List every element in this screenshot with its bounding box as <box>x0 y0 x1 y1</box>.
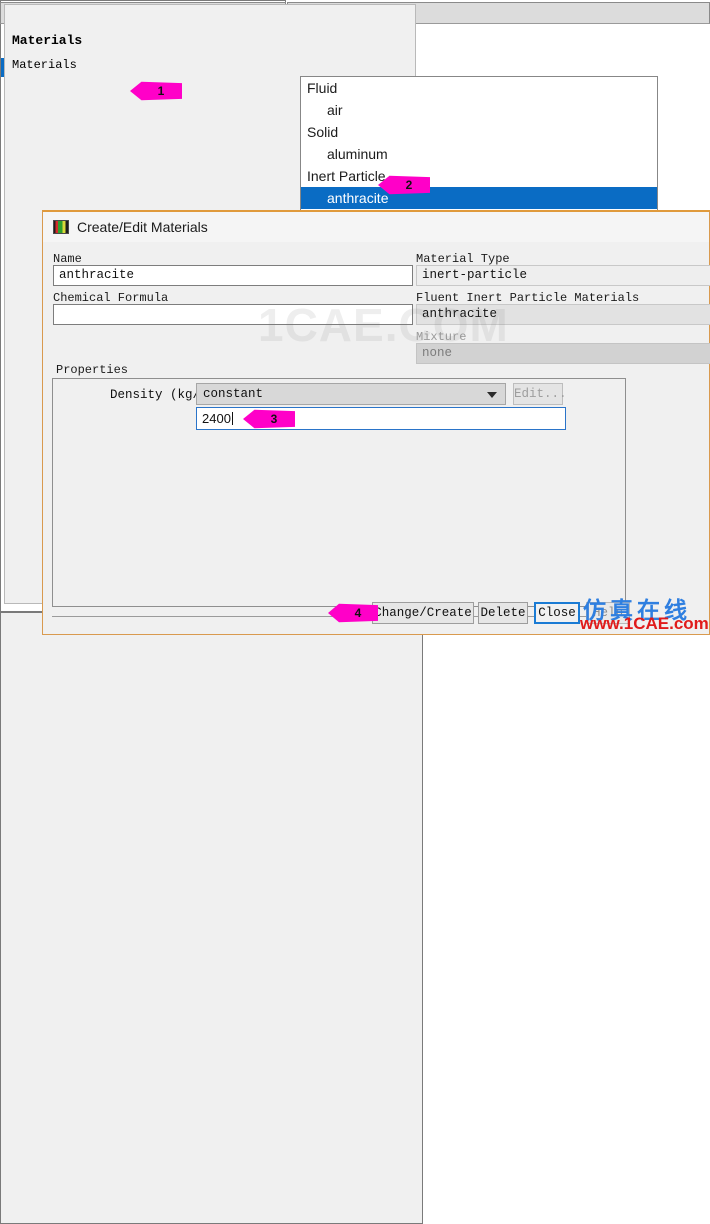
fluent-materials-select[interactable]: anthracite <box>416 304 710 325</box>
materials-section-label: Materials <box>12 58 77 72</box>
properties-label: Properties <box>52 363 133 377</box>
delete-button[interactable]: Delete <box>478 602 528 624</box>
dialog-title-text: Create/Edit Materials <box>77 219 208 235</box>
task-page-title: Materials <box>12 33 83 48</box>
name-label: Name <box>53 252 82 266</box>
close-button[interactable]: Close <box>534 602 580 624</box>
dialog-title-bar: Create/Edit Materials <box>43 212 709 242</box>
fluent-materials-label: Fluent Inert Particle Materials <box>416 291 640 305</box>
density-method-value: constant <box>203 387 264 401</box>
material-type-select[interactable]: inert-particle <box>416 265 710 286</box>
callout-number: 4 <box>354 606 362 620</box>
mixture-label: Mixture <box>416 330 467 344</box>
task-panel-body <box>0 4 423 1224</box>
material-list-item[interactable]: aluminum <box>301 143 657 165</box>
mixture-select: none <box>416 343 710 364</box>
materials-window-icon <box>53 220 69 234</box>
material-type-label: Material Type <box>416 252 510 266</box>
material-list-item[interactable]: Inert Particle <box>301 165 657 187</box>
text-caret <box>231 412 233 425</box>
chevron-down-icon <box>487 392 497 398</box>
material-list-item[interactable]: Fluid <box>301 77 657 99</box>
material-list-item[interactable]: Solid <box>301 121 657 143</box>
density-method-select[interactable]: constant <box>196 383 506 405</box>
materials-list[interactable]: Fluid air Solid aluminum Inert Particle anthr… <box>300 76 658 211</box>
density-value-text: 2400 <box>202 411 231 426</box>
callout-number: 2 <box>405 178 413 192</box>
change-create-button[interactable]: Change/Create <box>372 602 474 624</box>
help-button[interactable]: Help <box>586 602 630 624</box>
name-input[interactable]: anthracite <box>53 265 413 286</box>
material-list-item[interactable]: air <box>301 99 657 121</box>
callout-number: 1 <box>157 84 165 98</box>
edit-button: Edit... <box>513 383 567 405</box>
callout-number: 3 <box>270 412 278 426</box>
chemical-formula-label: Chemical Formula <box>53 291 169 305</box>
material-list-item[interactable]: anthracite <box>301 187 657 209</box>
chemical-formula-input[interactable] <box>53 304 413 325</box>
